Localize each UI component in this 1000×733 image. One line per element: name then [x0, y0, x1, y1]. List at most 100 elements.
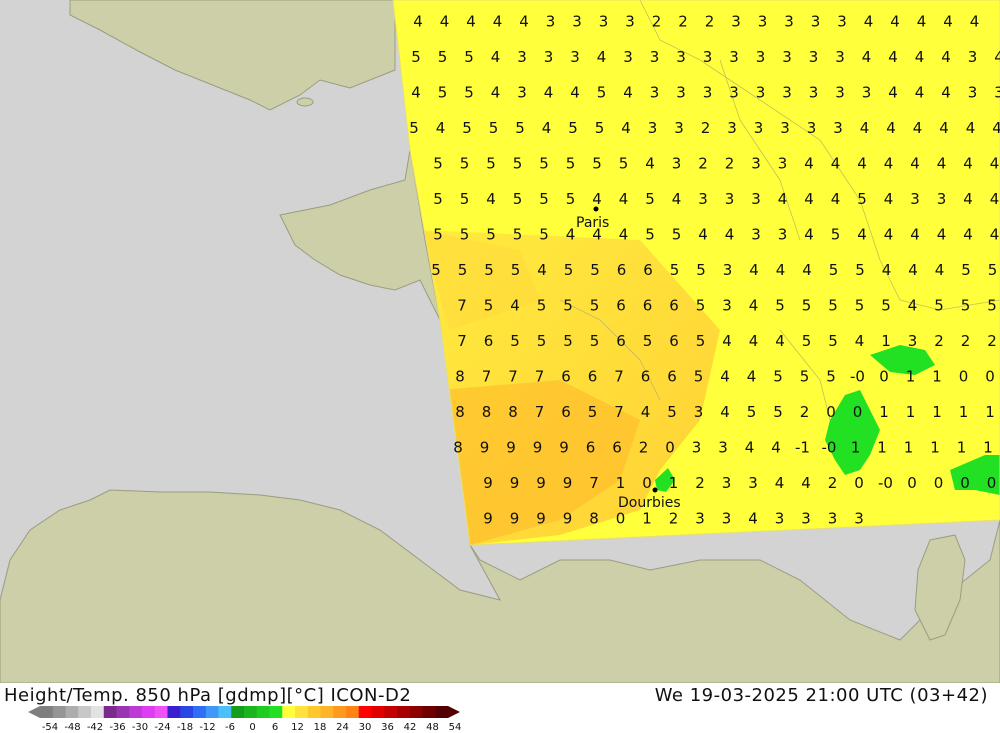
legend-tick-label: 30 [359, 722, 372, 733]
legend-color-cell [409, 706, 423, 718]
legend-tick-label: 42 [404, 722, 417, 733]
grid-value: 3 [968, 84, 978, 102]
grid-value: 5 [539, 155, 549, 173]
grid-value: 3 [692, 439, 702, 457]
grid-value: 1 [877, 439, 887, 457]
grid-value: 5 [564, 261, 574, 279]
grid-value: 3 [807, 119, 817, 137]
grid-value: 3 [698, 190, 708, 208]
grid-value: -0 [878, 474, 893, 492]
grid-value: 5 [645, 190, 655, 208]
grid-value: 0 [987, 474, 997, 492]
legend-color-cell [231, 706, 245, 718]
legend-color-cell [142, 706, 156, 718]
grid-value: 3 [703, 48, 713, 66]
grid-value: 5 [563, 297, 573, 315]
grid-value: 7 [535, 368, 545, 386]
grid-value: 3 [676, 48, 686, 66]
grid-value: 4 [725, 226, 735, 244]
legend-color-cell [180, 706, 194, 718]
legend-color-cell [333, 706, 347, 718]
legend-color-cell [358, 706, 372, 718]
grid-value: 6 [643, 261, 653, 279]
grid-value: 3 [718, 439, 728, 457]
grid-value: 2 [800, 403, 810, 421]
grid-value: 8 [482, 403, 492, 421]
grid-value: 8 [508, 403, 518, 421]
grid-value: 4 [802, 261, 812, 279]
grid-value: 9 [536, 510, 546, 528]
grid-value: -0 [850, 368, 865, 386]
grid-value: 5 [484, 261, 494, 279]
grid-value: 3 [775, 510, 785, 528]
grid-value: 3 [833, 119, 843, 137]
grid-value: 1 [957, 439, 967, 457]
grid-value: 5 [537, 297, 547, 315]
grid-value: 1 [930, 439, 940, 457]
grid-value: 4 [992, 119, 1000, 137]
grid-value: 3 [722, 510, 732, 528]
grid-value: 3 [828, 510, 838, 528]
grid-value: 4 [915, 84, 925, 102]
grid-value: 6 [616, 332, 626, 350]
grid-value: 5 [694, 368, 704, 386]
grid-value: 1 [959, 403, 969, 421]
grid-value: 1 [932, 403, 942, 421]
grid-value: 1 [983, 439, 993, 457]
grid-value: 4 [963, 155, 973, 173]
grid-value: 5 [987, 297, 997, 315]
grid-value: 9 [483, 474, 493, 492]
grid-value: 2 [705, 13, 715, 31]
grid-value: 0 [826, 403, 836, 421]
grid-value: 0 [854, 474, 864, 492]
grid-value: 4 [970, 13, 980, 31]
grid-value: 3 [778, 226, 788, 244]
grid-value: 8 [455, 403, 465, 421]
grid-value: 0 [642, 474, 652, 492]
grid-value: 3 [809, 84, 819, 102]
grid-value: 6 [617, 261, 627, 279]
grid-value: 4 [720, 368, 730, 386]
grid-value: 6 [616, 297, 626, 315]
grid-value: 5 [462, 119, 472, 137]
grid-value: 3 [756, 48, 766, 66]
grid-value: 1 [985, 403, 995, 421]
grid-value: 0 [665, 439, 675, 457]
paris-label: Paris [576, 215, 609, 231]
grid-value: 3 [517, 84, 527, 102]
grid-value: 4 [566, 226, 576, 244]
grid-value: 4 [910, 226, 920, 244]
grid-value: 3 [672, 155, 682, 173]
grid-value: 8 [455, 368, 465, 386]
legend-color-cell [218, 706, 232, 718]
grid-value: 5 [486, 226, 496, 244]
grid-value: 4 [619, 226, 629, 244]
legend-tick-label: 48 [426, 722, 439, 733]
grid-value: 4 [570, 84, 580, 102]
grid-value: -0 [822, 439, 837, 457]
grid-value: 4 [884, 155, 894, 173]
grid-value: 5 [828, 297, 838, 315]
grid-value: 4 [908, 261, 918, 279]
grid-value: 5 [645, 226, 655, 244]
grid-value: 0 [934, 474, 944, 492]
grid-value: 5 [696, 261, 706, 279]
grid-value: 3 [572, 13, 582, 31]
grid-value: 5 [431, 261, 441, 279]
grid-value: 9 [480, 439, 490, 457]
grid-value: 3 [751, 190, 761, 208]
dourbies-marker [652, 487, 658, 493]
grid-value: 9 [533, 439, 543, 457]
grid-value: 5 [831, 226, 841, 244]
legend-color-cell [346, 706, 360, 718]
grid-value: 5 [828, 332, 838, 350]
legend-color-cell [269, 706, 283, 718]
grid-value: 4 [935, 261, 945, 279]
grid-value: 4 [722, 332, 732, 350]
grid-value: 5 [961, 261, 971, 279]
grid-value: 4 [749, 332, 759, 350]
grid-value: 2 [652, 13, 662, 31]
grid-value: 5 [855, 297, 865, 315]
grid-value: 4 [745, 439, 755, 457]
grid-value: 3 [854, 510, 864, 528]
